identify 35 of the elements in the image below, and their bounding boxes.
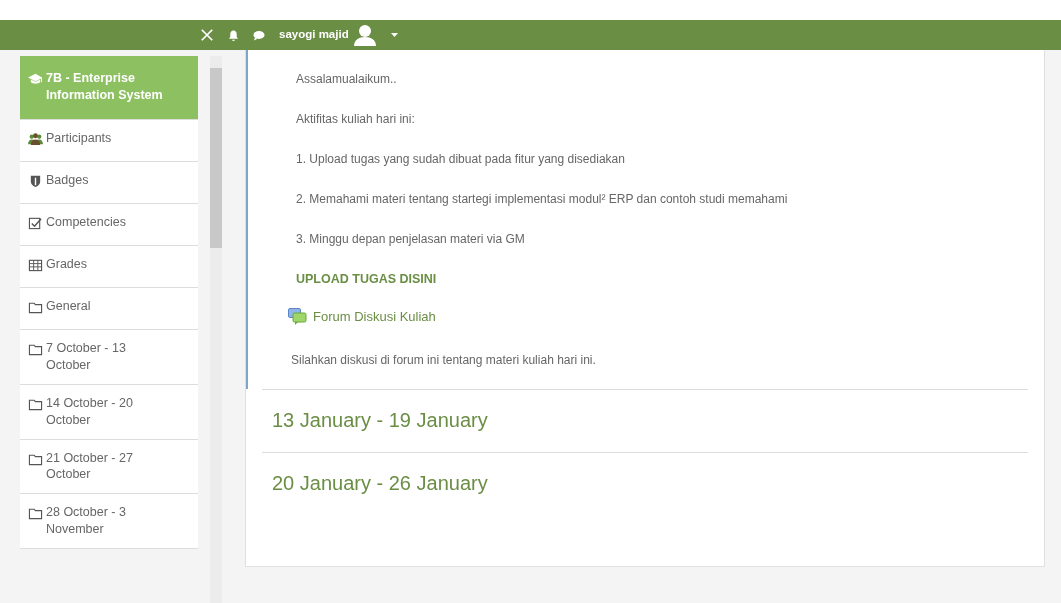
avatar-icon xyxy=(352,24,377,46)
scrollbar[interactable] xyxy=(210,56,222,603)
sidebar-item[interactable]: Competencies xyxy=(20,204,199,246)
chat-bubbles-icon xyxy=(288,307,307,326)
sidebar-item[interactable]: Grades xyxy=(20,246,199,288)
folder-icon xyxy=(28,300,43,314)
paragraph: 1. Upload tugas yang sudah dibuat pada fitur yang disediakan xyxy=(296,151,626,168)
upload-link[interactable]: UPLOAD TUGAS DISINI xyxy=(296,270,437,289)
sidebar-item[interactable]: General xyxy=(20,288,199,330)
forum-link[interactable]: Forum Diskusi Kuliah xyxy=(288,306,436,327)
folder-icon xyxy=(28,342,43,356)
caret-icon xyxy=(390,33,398,37)
sidebar-item[interactable]: 14 October - 20 October xyxy=(20,384,199,440)
speech-bubble-icon xyxy=(253,29,265,41)
sidebar-item[interactable]: 21 October - 27 October xyxy=(20,439,199,495)
shield-icon xyxy=(28,174,43,188)
sidebar-item[interactable]: 28 October - 3 November xyxy=(20,494,199,549)
checkbox-icon xyxy=(28,216,43,230)
paragraph: Assalamualaikum.. xyxy=(296,71,398,88)
paragraph: 2. Memahami materi tentang startegi implementasi modul² ERP dan contoh studi memahami xyxy=(296,191,789,208)
close-icon xyxy=(200,28,214,42)
people-icon xyxy=(28,132,43,146)
paragraph: 3. Minggu depan penjelasan materi via GM xyxy=(296,231,526,248)
folder-icon xyxy=(28,506,43,521)
user-name[interactable]: sayogi majid xyxy=(279,26,349,44)
sidebar-item[interactable]: Badges xyxy=(20,162,199,204)
paragraph: Aktifitas kuliah hari ini: xyxy=(296,111,416,128)
bell-icon xyxy=(228,28,239,42)
sidebar-item[interactable]: Participants xyxy=(20,120,199,162)
week-heading[interactable]: 20 January - 26 January xyxy=(272,470,1028,495)
forum-description: Silahkan diskusi di forum ini tentang materi kuliah hari ini. xyxy=(291,351,597,369)
graduation-cap-icon xyxy=(28,72,43,86)
week-heading[interactable]: 13 January - 19 January xyxy=(272,407,1028,432)
table-icon xyxy=(28,258,43,272)
sidebar-item[interactable]: 7 October - 13 October xyxy=(20,330,199,385)
